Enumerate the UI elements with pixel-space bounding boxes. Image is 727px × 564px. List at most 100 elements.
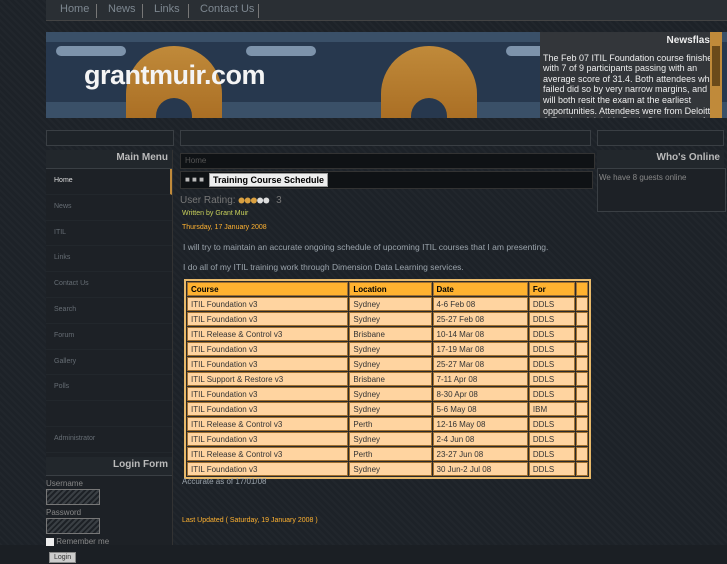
table-cell: DDLS [528,387,576,401]
table-cell: Sydney [349,297,432,311]
main-panel-top [180,130,591,146]
site-title[interactable]: grantmuir.com [84,60,266,91]
menu-item[interactable]: Gallery [46,350,172,376]
main-menu-heading: Main Menu [46,150,172,169]
article-paragraph: I do all of my ITIL training work throug… [183,262,464,272]
login-form-heading: Login Form [46,456,172,476]
left-panel-top [46,130,174,146]
menu-item[interactable]: Home [46,169,172,195]
table-cell: 25-27 Mar 08 [432,357,528,371]
menu-item[interactable]: Forum [46,324,172,350]
user-rating: User Rating: 3 [180,195,282,206]
table-cell: DDLS [528,312,576,326]
main-content: Home ■ ■ ■ Training Course Schedule User… [180,150,595,545]
top-navigation: Home News Links Contact Us [46,0,727,21]
table-header-cell: Date [432,282,528,296]
table-cell: ITIL Foundation v3 [187,387,349,401]
banner-pill [246,46,316,56]
table-cell [576,312,588,326]
table-cell: DDLS [528,417,576,431]
article-title-bar: ■ ■ ■ Training Course Schedule [180,171,593,189]
newsflash-box: Newsflash The Feb 07 ITIL Foundation cou… [540,32,720,118]
table-row: ITIL Support & Restore v3 Brisbane 7-11 Ap… [187,372,588,386]
breadcrumb[interactable]: Home [180,153,595,169]
menu-item[interactable]: ITIL [46,221,172,247]
table-cell: 10-14 Mar 08 [432,327,528,341]
course-schedule-table: Course Location Date For ITIL Foundation v3… [184,279,591,479]
nav-separator [188,4,189,18]
table-cell: ITIL Support & Restore v3 [187,372,349,386]
login-button[interactable]: Login [49,551,77,563]
login-form: Username Password Remember me Login [46,479,172,564]
newsflash-heading: Newsflash [666,35,716,46]
table-cell: ITIL Foundation v3 [187,432,349,446]
nav-separator [258,4,259,18]
table-cell: Sydney [349,402,432,416]
rating-star-icon [251,197,258,204]
table-row: ITIL Foundation v3 Sydney 25-27 Feb 08 DDLS [187,312,588,326]
whos-online-box: We have 8 guests online [597,168,726,212]
whos-online-text: We have 8 guests online [599,173,687,182]
menu-item [46,401,172,427]
table-cell [576,297,588,311]
article-author: Written by Grant Muir [182,210,249,217]
table-cell: 12-16 May 08 [432,417,528,431]
accurate-as-of: Accurate as of 17/01/08 [182,477,267,486]
whos-online-heading: Who's Online [597,150,724,169]
table-cell: ITIL Release & Control v3 [187,417,349,431]
table-cell: DDLS [528,357,576,371]
table-cell [576,372,588,386]
rating-star-icon [257,197,264,204]
rating-star-icon [245,197,252,204]
username-field[interactable] [46,488,100,505]
table-cell: ITIL Foundation v3 [187,312,349,326]
table-row: ITIL Foundation v3 Sydney 5-6 May 08 IBM [187,402,588,416]
table-cell: 25-27 Feb 08 [432,312,528,326]
nav-home[interactable]: Home [60,3,89,15]
rating-label: User Rating: [180,195,236,206]
table-cell: ITIL Release & Control v3 [187,447,349,461]
table-cell: DDLS [528,462,576,476]
table-cell: 30 Jun-2 Jul 08 [432,462,528,476]
table-row: ITIL Foundation v3 Sydney 25-27 Mar 08 DDLS [187,357,588,371]
menu-item[interactable]: Polls [46,375,172,402]
nav-separator [96,4,97,18]
menu-item[interactable]: Links [46,246,172,273]
nav-news[interactable]: News [108,3,136,15]
table-cell: 8-30 Apr 08 [432,387,528,401]
remember-checkbox[interactable] [46,537,54,546]
menu-item[interactable]: Administrator [46,427,172,453]
table-row: ITIL Release & Control v3 Brisbane 10-14 M… [187,327,588,341]
nav-links[interactable]: Links [154,3,180,15]
table-body: ITIL Foundation v3 Sydney 4-6 Feb 08 DDLS IT… [187,297,588,476]
table-cell [576,357,588,371]
table-cell: Sydney [349,432,432,446]
table-cell [576,432,588,446]
password-field[interactable] [46,517,100,534]
table-row: ITIL Release & Control v3 Perth 23-27 Jun … [187,447,588,461]
rating-stars-icon [238,197,270,204]
table-cell: DDLS [528,327,576,341]
table-cell: 2-4 Jun 08 [432,432,528,446]
remember-label: Remember me [56,536,110,546]
table-cell: ITIL Foundation v3 [187,297,349,311]
table-cell: IBM [528,402,576,416]
table-row: ITIL Foundation v3 Sydney 2-4 Jun 08 DDLS [187,432,588,446]
table-cell: Sydney [349,342,432,356]
article-body: I will try to maintain an accurate ongoi… [183,242,548,282]
article-title[interactable]: Training Course Schedule [209,173,329,187]
newsflash-scrollbar[interactable] [710,32,722,118]
table-cell: 4-6 Feb 08 [432,297,528,311]
table-cell: DDLS [528,342,576,356]
nav-contact[interactable]: Contact Us [200,3,254,15]
table-cell: Brisbane [349,372,432,386]
table-cell: 17-19 Mar 08 [432,342,528,356]
table-cell: ITIL Foundation v3 [187,462,349,476]
menu-item[interactable]: News [46,195,172,221]
table-cell [576,402,588,416]
password-label: Password [46,507,82,517]
menu-item[interactable]: Contact Us [46,272,172,298]
menu-item[interactable]: Search [46,298,172,324]
table-cell: Sydney [349,387,432,401]
table-cell [576,417,588,431]
